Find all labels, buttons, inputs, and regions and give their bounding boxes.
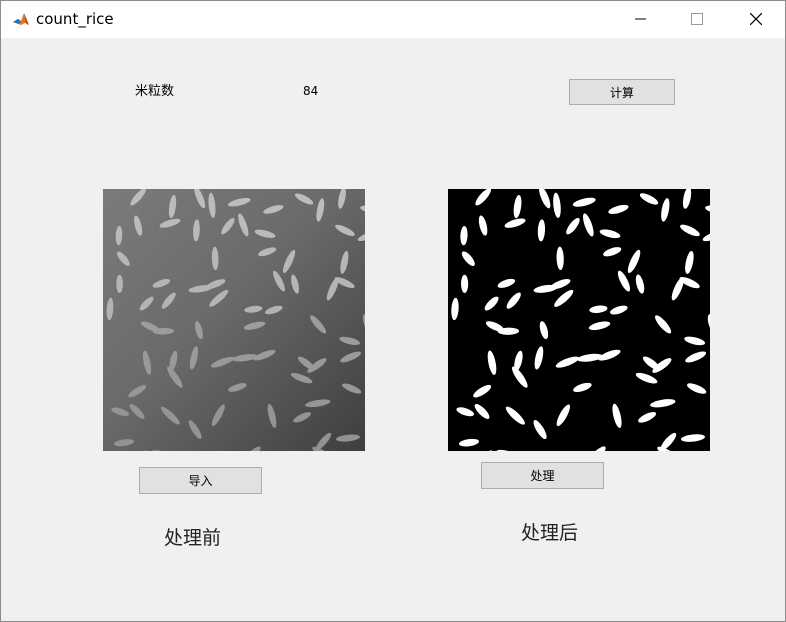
- app-window: count_rice 米粒数 84 计算 导入 处理 处理前 处理后: [0, 0, 786, 622]
- maximize-button[interactable]: [669, 1, 725, 38]
- maximize-icon: [691, 13, 703, 25]
- close-button[interactable]: [728, 1, 784, 38]
- process-button[interactable]: 处理: [481, 462, 604, 489]
- rice-count-value: 84: [303, 84, 319, 98]
- minimize-icon: [635, 18, 646, 20]
- processed-image: [448, 189, 710, 451]
- original-image: [103, 189, 365, 451]
- import-button[interactable]: 导入: [139, 467, 262, 494]
- window-title: count_rice: [36, 10, 114, 28]
- before-caption: 处理前: [164, 527, 222, 549]
- minimize-button[interactable]: [613, 1, 669, 38]
- matlab-icon: [12, 10, 31, 29]
- compute-button[interactable]: 计算: [569, 79, 675, 105]
- rice-count-label: 米粒数: [135, 84, 175, 99]
- after-caption: 处理后: [521, 522, 579, 544]
- title-bar[interactable]: count_rice: [1, 1, 785, 38]
- close-icon: [750, 13, 762, 25]
